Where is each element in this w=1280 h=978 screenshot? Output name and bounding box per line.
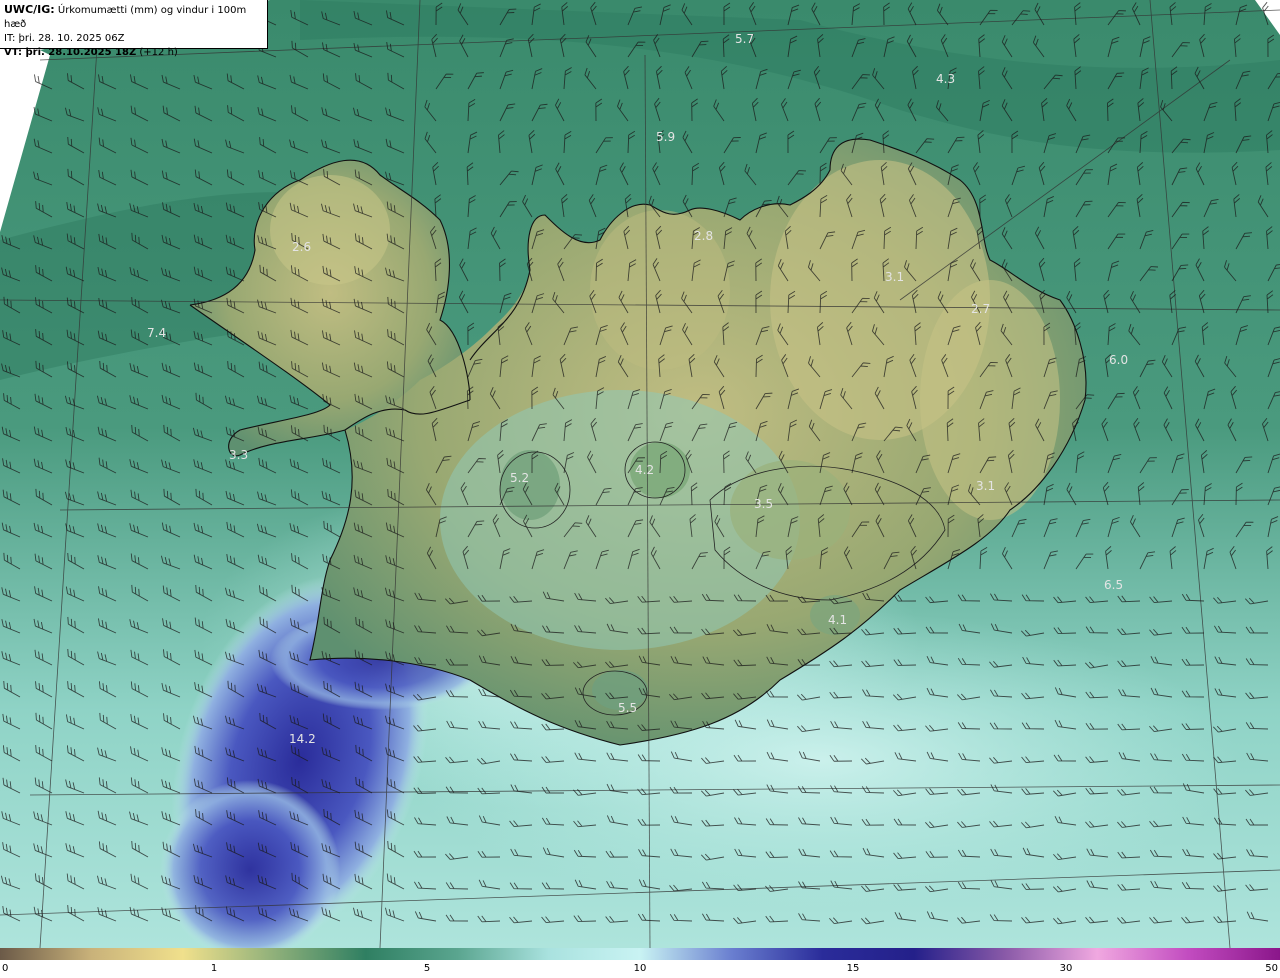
map-value: 2.6 (292, 240, 311, 254)
map-value: 6.0 (1109, 353, 1128, 367)
map-value: 5.9 (656, 130, 675, 144)
colorbar-tick: 50 (1265, 963, 1278, 974)
map-value: 3.1 (885, 270, 904, 284)
map-value: 6.5 (1104, 578, 1123, 592)
map-value: 4.2 (635, 463, 654, 477)
colorbar-tick: 1 (210, 963, 218, 974)
colorbar-tick: 0 (2, 963, 9, 974)
map-value: 2.7 (971, 302, 990, 316)
map-value: 5.7 (735, 32, 754, 46)
colorbar-ticks: 0 1 5 10 15 30 50 (0, 960, 1280, 978)
init-time: IT: þri. 28. 10. 2025 06Z (4, 33, 125, 44)
map-value: 4.1 (828, 613, 847, 627)
map-info-box: UWC/IG: Úrkomumætti (mm) og vindur i 100… (0, 0, 268, 58)
map-value: 5.5 (618, 701, 637, 715)
map-value: 7.4 (147, 326, 166, 340)
valid-offset: (+12 h) (139, 47, 178, 58)
product-code: UWC/IG: (4, 3, 55, 16)
precip-colorbar (0, 948, 1280, 960)
map-value: 3.5 (754, 497, 773, 511)
valid-time: VT: þri. 28.10.2025 18Z (4, 47, 137, 58)
colorbar-tick: 15 (846, 963, 860, 974)
map-value: 4.3 (936, 72, 955, 86)
map-value: 3.1 (976, 479, 995, 493)
map-value: 14.2 (289, 732, 316, 746)
colorbar-tick: 30 (1059, 963, 1073, 974)
valid-time-line: VT: þri. 28.10.2025 18Z (+12 h) (4, 46, 263, 60)
forecast-map: 5.7 4.3 5.9 2.6 2.8 3.1 2.7 7.4 6.0 3.3 … (0, 0, 1280, 948)
map-value: 3.3 (229, 448, 248, 462)
map-value: 5.2 (510, 471, 529, 485)
map-value: 2.8 (694, 229, 713, 243)
product-line: UWC/IG: Úrkomumætti (mm) og vindur i 100… (4, 3, 263, 32)
colorbar-tick: 10 (633, 963, 647, 974)
colorbar-tick: 5 (423, 963, 431, 974)
